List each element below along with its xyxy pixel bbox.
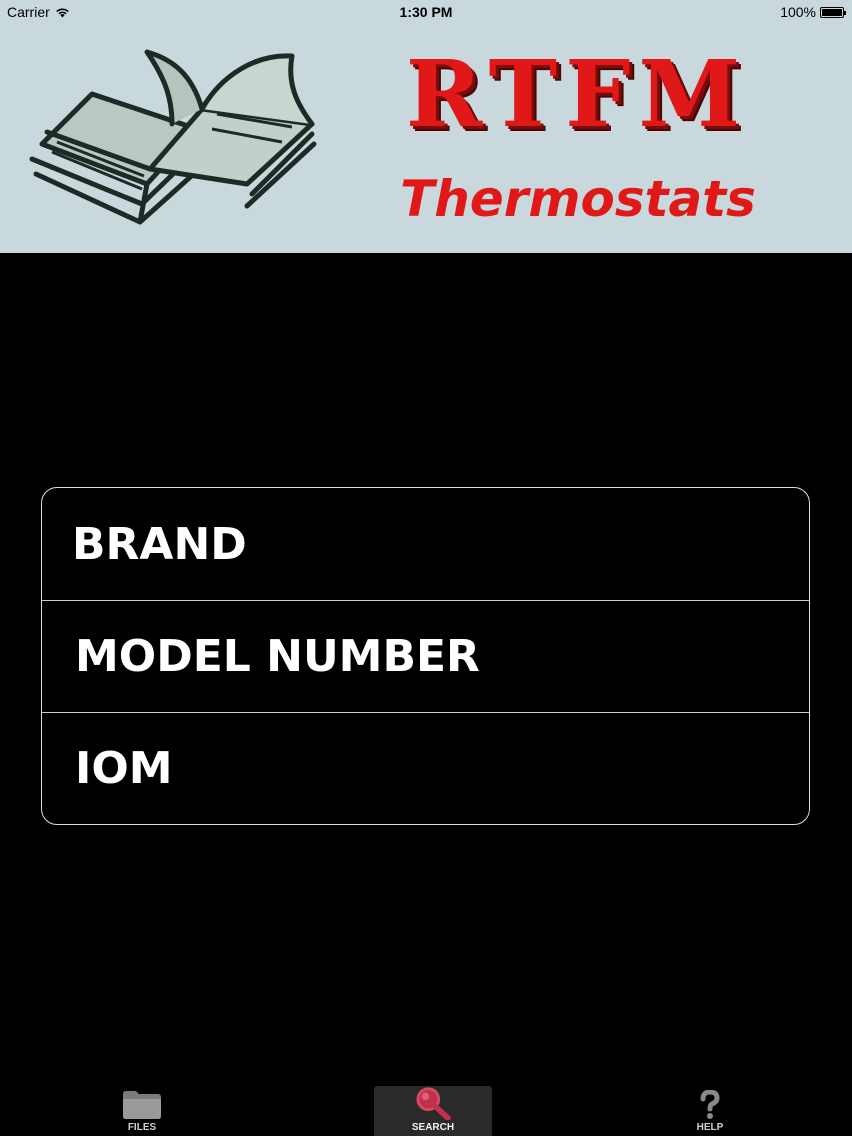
search-by-model-number[interactable]: MODEL NUMBER bbox=[42, 600, 809, 712]
status-time: 1:30 PM bbox=[399, 4, 453, 20]
tab-help-label: HELP bbox=[696, 1122, 724, 1133]
tab-help[interactable]: HELP bbox=[668, 1082, 752, 1136]
search-by-iom[interactable]: IOM bbox=[42, 712, 809, 824]
app-subtitle: Thermostats bbox=[400, 170, 756, 228]
battery-icon bbox=[820, 6, 846, 18]
battery-percent: 100% bbox=[780, 4, 816, 20]
question-mark-icon bbox=[700, 1090, 720, 1119]
search-by-iom-label: IOM bbox=[75, 743, 173, 794]
tab-search[interactable]: SEARCH bbox=[374, 1086, 492, 1136]
status-bar: Carrier 1:30 PM 100% bbox=[0, 0, 852, 26]
search-options-list: BRAND MODEL NUMBER IOM bbox=[41, 487, 810, 825]
app-title: RTFM bbox=[405, 40, 749, 148]
tab-files[interactable]: FILES bbox=[100, 1082, 184, 1136]
tab-bar: FILES SEARCH HELP bbox=[0, 1082, 852, 1136]
search-by-brand[interactable]: BRAND bbox=[42, 488, 809, 600]
search-by-brand-label: BRAND bbox=[72, 518, 247, 570]
battery-indicator: 100% bbox=[780, 4, 846, 20]
folder-icon bbox=[123, 1091, 161, 1119]
search-by-model-number-label: MODEL NUMBER bbox=[75, 631, 480, 682]
open-book-icon bbox=[29, 49, 317, 225]
tab-search-label: SEARCH bbox=[411, 1122, 455, 1133]
tab-files-label: FILES bbox=[127, 1122, 157, 1133]
magnifier-icon bbox=[416, 1087, 451, 1120]
app-banner: RTFM Thermostats bbox=[0, 26, 852, 253]
